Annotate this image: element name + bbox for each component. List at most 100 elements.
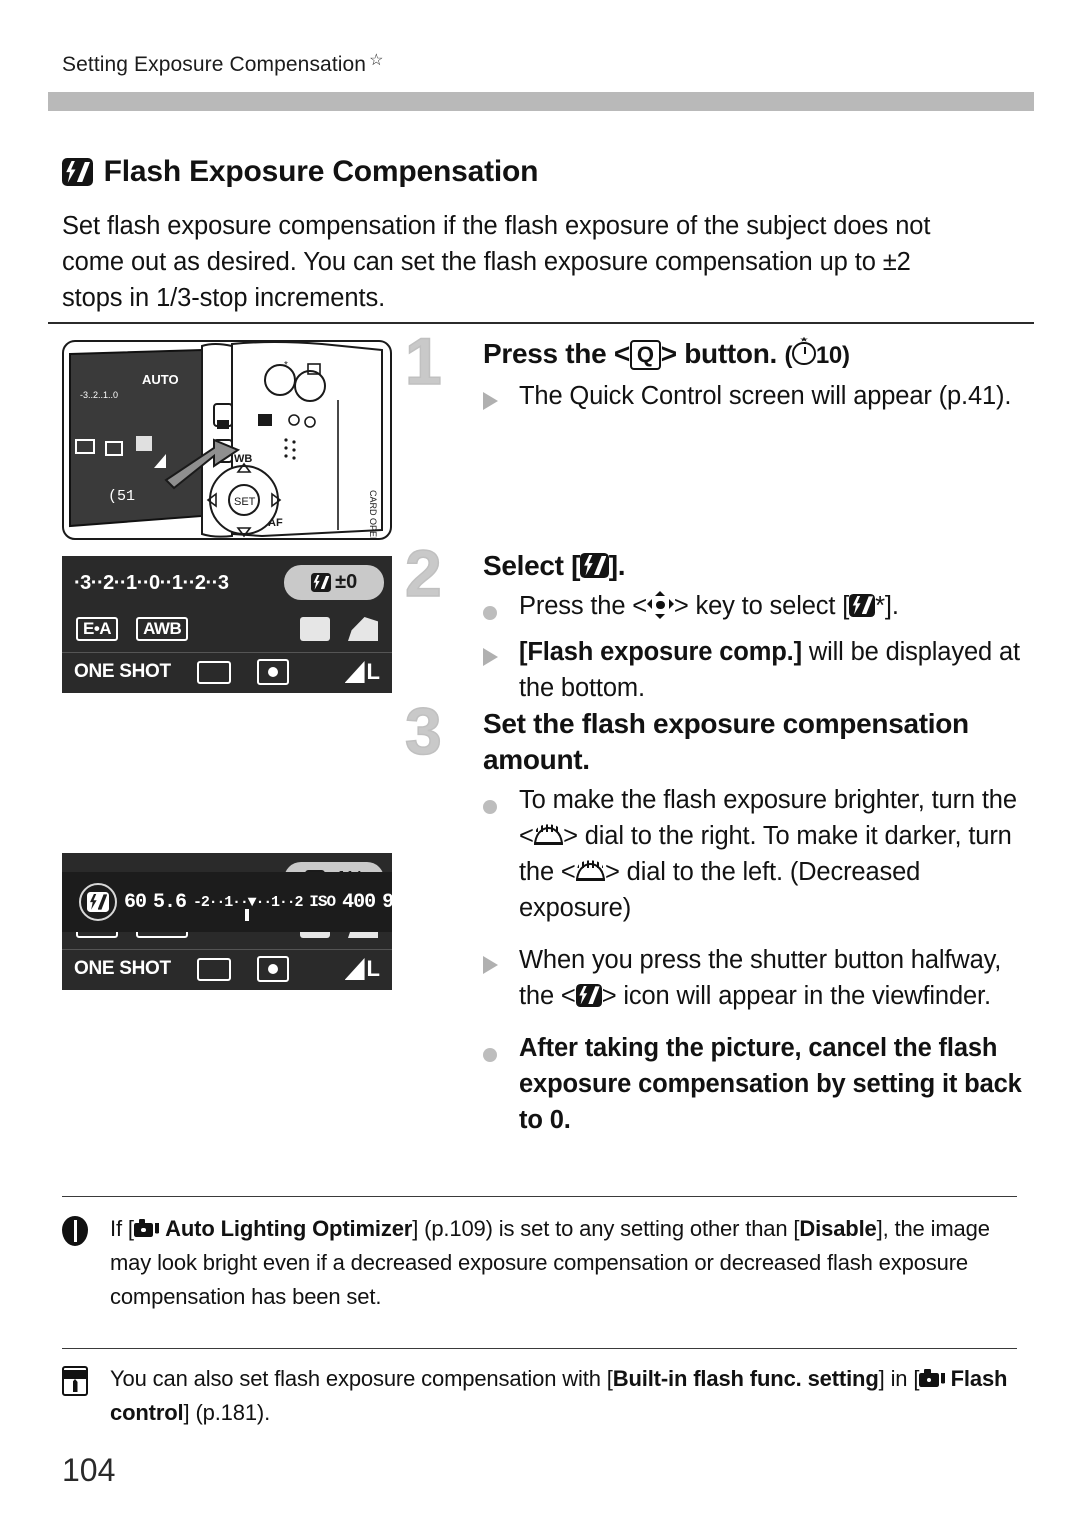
intro-paragraph: Set flash exposure compensation if the f… [62, 212, 931, 312]
step-2: 2 Select []. Press the < > key to select … [404, 539, 1035, 706]
step-2-bullet-1-text: Press the < > key to select [ *]. [519, 588, 1035, 630]
caution-note-text: If [ Auto Lighting Optimizer] (p.109) is… [110, 1212, 1022, 1314]
caution-note-divider [62, 1196, 1017, 1197]
note-icon [62, 1362, 96, 1430]
step-3-bullet-3: After taking the picture, cancel the fla… [483, 1030, 1035, 1138]
metering-mode-icon-1 [256, 659, 289, 685]
manual-page: Setting Exposure Compensation ☆ Flash Exp… [0, 0, 1080, 1521]
caution-icon [62, 1212, 96, 1314]
camera-illustration: AUTO -3..2..1..0 (51 * SET WB AF CARD OP… [62, 340, 392, 540]
section-title-text: Flash Exposure Compensation [103, 155, 539, 188]
step-1-title-prefix: Press the < [483, 338, 630, 369]
burst-count-value: 9 [382, 890, 394, 914]
step-3-bullet-1: To make the flash exposure brighter, tur… [483, 782, 1035, 926]
info-note: You can also set flash exposure compensa… [62, 1362, 1022, 1430]
flash-exposure-compensation-icon [87, 892, 109, 912]
step-1-body: Press the < Q > button. (10) The Quick Con… [483, 336, 1035, 420]
step-1-title-suffix: > button. [660, 338, 778, 369]
svg-text:AUTO: AUTO [142, 372, 179, 387]
step-3: 3 Set the flash exposure compensation am… [404, 697, 1035, 1138]
flash-exposure-compensation-icon [62, 158, 93, 186]
steps-column: 1 Press the < Q > button. (10) The Quick C… [404, 327, 1035, 1138]
info-seg3: ] (p.181). [183, 1400, 271, 1425]
timer-icon [792, 341, 816, 366]
step-1-bullet-1-text: The Quick Control screen will appear (p.… [519, 382, 1012, 410]
step-1-title: Press the < Q > button. (10) [483, 336, 1035, 374]
svg-text:*: * [284, 360, 288, 371]
viewfinder-exposure-scale: -2··1··▼··1··2 [193, 894, 303, 921]
af-mode-icon-1: E•A [76, 617, 119, 641]
image-quality-2: L [344, 956, 380, 982]
main-dial-icon [575, 862, 606, 882]
caution-note: If [ Auto Lighting Optimizer] (p.109) is… [62, 1212, 1022, 1314]
info-seg2: ] in [ [878, 1366, 920, 1391]
quick-control-screen-1: ·3··2··1··0··1··2··3 ±0 E•A AWB ONE SHOT… [62, 556, 392, 693]
drive-mode-label-2: ONE SHOT [74, 958, 171, 979]
step-3-body: Set the flash exposure compensation amou… [483, 706, 1035, 1138]
svg-text:WB: WB [234, 453, 252, 465]
caution-seg1: If [ [110, 1216, 134, 1241]
divider-top [48, 322, 1034, 324]
triangle-bullet-icon [483, 634, 509, 706]
step-2-title-prefix: Select [ [483, 550, 581, 581]
lcd-middle-row-1: E•A AWB [62, 608, 392, 650]
flash-exposure-compensation-icon [575, 983, 602, 1008]
step-2-b1-seg3: *]. [875, 592, 899, 620]
step-2-b1-seg1: Press the < [519, 592, 648, 620]
dot-bullet-icon [483, 782, 509, 926]
iso-label: ISO [309, 893, 336, 911]
white-balance-icon-1: AWB [136, 617, 189, 641]
camera-menu-icon [133, 1219, 154, 1238]
step-2-b1-seg2: > key to select [ [673, 592, 850, 620]
running-header-title: Setting Exposure Compensation [62, 53, 367, 76]
section-title: Flash Exposure Compensation [62, 155, 538, 189]
quality-size-label-2: L [366, 956, 380, 981]
camera-figure: AUTO -3..2..1..0 (51 * SET WB AF CARD OP… [62, 340, 392, 540]
lcd-bottom-row-1: ONE SHOT L [62, 652, 392, 691]
flash-exposure-compensation-icon [310, 573, 332, 592]
step-2-bullet-2-text: [Flash exposure comp.] will be displayed… [519, 634, 1035, 706]
flash-exposure-compensation-icon [580, 552, 609, 579]
dot-bullet-icon [483, 1030, 509, 1138]
page-number: 104 [62, 1452, 116, 1488]
exposure-level-pointer [245, 908, 250, 921]
ambience-icon-1 [348, 617, 378, 641]
info-bold1: Built-in flash func. setting [612, 1366, 879, 1391]
triangle-bullet-icon [483, 378, 509, 420]
triangle-bullet-icon [483, 942, 509, 1014]
svg-text:AF: AF [268, 517, 283, 529]
step-2-bullet-1: Press the < > key to select [ *]. [483, 588, 1035, 630]
svg-text:CARD OPEN: CARD OPEN [368, 490, 378, 540]
dot-bullet-icon [483, 588, 509, 630]
header-band [48, 92, 1034, 111]
drive-mode-label-1: ONE SHOT [74, 661, 171, 682]
step-2-number: 2 [404, 536, 442, 610]
aperture-value: 5.6 [153, 890, 187, 914]
svg-text:-3..2..1..0: -3..2..1..0 [80, 390, 118, 400]
caution-bold1: Auto Lighting Optimizer [165, 1216, 413, 1241]
step-2-b2-bold: [Flash exposure comp.] [519, 638, 802, 666]
step-1: 1 Press the < Q > button. (10) The Quick C… [404, 327, 1035, 548]
quality-wedge-icon [344, 958, 365, 980]
step-3-title: Set the flash exposure compensation amou… [483, 708, 969, 775]
lcd-bottom-row-2: ONE SHOT L [62, 949, 392, 988]
viewfinder-display: 60 5.6 -2··1··▼··1··2 ISO 400 9 [62, 872, 394, 932]
flash-exposure-compensation-icon [849, 593, 876, 618]
menu-tab-dots-icon [940, 1373, 945, 1387]
step-2-body: Select []. Press the < > key to select [ *… [483, 548, 1035, 706]
camera-menu-icon [919, 1369, 939, 1388]
quality-size-label-1: L [366, 659, 380, 684]
svg-text:SET: SET [234, 496, 256, 508]
step-2-title: Select []. [483, 548, 1035, 584]
info-seg1: You can also set flash exposure compensa… [110, 1366, 613, 1391]
step-3-b2-seg2: > icon will appear in the viewfinder. [601, 982, 991, 1010]
flash-comp-indicator [79, 883, 117, 921]
step-1-bullet-1: The Quick Control screen will appear (p.… [483, 378, 1035, 420]
single-shot-icon-2 [196, 957, 231, 981]
metering-mode-icon-2 [256, 956, 289, 982]
step-3-bullet-1-text: To make the flash exposure brighter, tur… [519, 782, 1035, 926]
quality-wedge-icon [344, 661, 365, 683]
quick-control-button-icon: Q [629, 340, 661, 370]
flash-comp-badge-1[interactable]: ±0 [284, 565, 384, 600]
flash-comp-value-1: ±0 [335, 571, 358, 593]
